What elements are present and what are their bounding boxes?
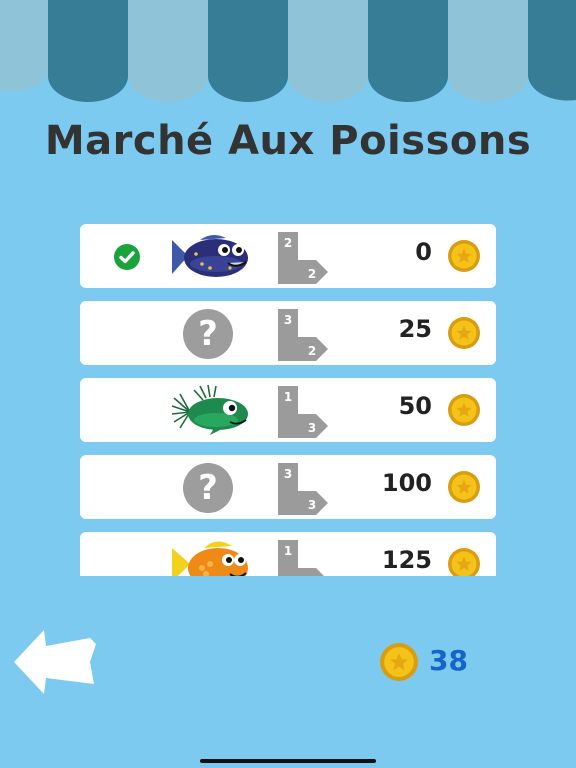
coin-icon (448, 240, 480, 272)
shape-top-count: 3 (284, 313, 292, 327)
coin-icon (448, 548, 480, 576)
coin-icon (448, 317, 480, 349)
shape-bottom-count: 3 (308, 498, 316, 512)
shape-piece-icon: 3 2 (278, 309, 328, 361)
home-indicator (200, 759, 376, 763)
shape-top-count: 1 (284, 390, 292, 404)
fish-row[interactable]: ? 3 2 25 (80, 301, 496, 365)
shape-bottom-count: 2 (308, 344, 316, 358)
shape-piece-icon: 3 3 (278, 463, 328, 515)
navy-fish-icon (172, 234, 248, 277)
wallet-coin-icon (380, 643, 418, 681)
price-label: 50 (398, 392, 432, 420)
shape-piece-icon: 2 2 (278, 232, 328, 284)
coin-icon (448, 471, 480, 503)
shape-top-count: 3 (284, 467, 292, 481)
back-arrow-button[interactable] (14, 628, 96, 696)
price-label: 100 (381, 469, 432, 497)
shape-top-count: 2 (284, 236, 292, 250)
coin-icon (448, 394, 480, 426)
price-label: 0 (415, 238, 432, 266)
awning (0, 0, 576, 102)
checkmark-icon (114, 244, 140, 270)
shape-piece-icon: 1 4 (278, 540, 324, 576)
unknown-fish-icon: ? (183, 309, 233, 359)
fish-row[interactable]: ? 3 3 100 (80, 455, 496, 519)
fish-row[interactable]: 2 2 0 (80, 224, 496, 288)
price-label: 125 (381, 546, 432, 574)
unknown-fish-icon: ? (183, 463, 233, 513)
orange-fish-icon (172, 541, 248, 576)
fish-list[interactable]: 2 2 0 ? 3 2 25 1 3 50 ? 3 3 100 1 4 125 (80, 224, 496, 576)
shape-top-count: 1 (284, 544, 292, 558)
shape-bottom-count: 2 (308, 267, 316, 281)
shape-bottom-count: 3 (308, 421, 316, 435)
price-label: 25 (398, 315, 432, 343)
wallet-coin-count: 38 (429, 644, 468, 677)
page-title: Marché Aux Poissons (44, 118, 532, 164)
shape-bottom-count: 4 (308, 575, 316, 576)
shape-piece-icon: 1 3 (278, 386, 328, 438)
fish-row[interactable]: 1 3 50 (80, 378, 496, 442)
fish-row[interactable]: 1 4 125 (80, 532, 496, 576)
green-fish-icon (171, 384, 248, 435)
